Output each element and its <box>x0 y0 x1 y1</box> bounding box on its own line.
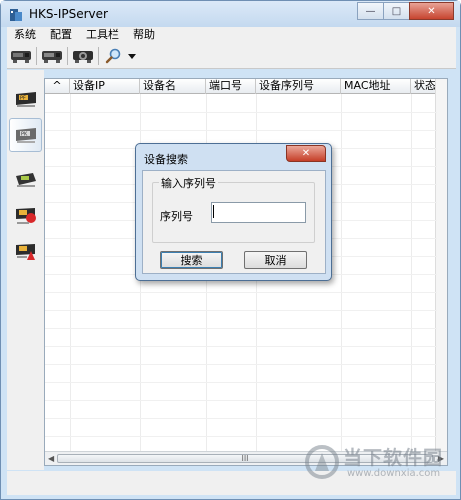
svg-text:PF: PF <box>20 96 26 102</box>
network-device-icon[interactable] <box>9 162 42 196</box>
toolbar-separator <box>67 47 68 65</box>
scroll-left-icon[interactable]: ◀ <box>48 454 54 463</box>
column-header[interactable]: 端口号 <box>206 79 256 94</box>
grid-line <box>45 292 437 293</box>
device-icon[interactable] <box>40 46 64 66</box>
column-header[interactable]: 设备名 <box>140 79 206 94</box>
column-header[interactable]: MAC地址 <box>341 79 411 94</box>
vertical-scrollbar[interactable] <box>435 79 447 451</box>
watermark: 当下软件园 www.downxia.com <box>301 441 451 485</box>
menu-config[interactable]: 配置 <box>43 27 79 43</box>
sort-indicator[interactable]: ^ <box>45 79 70 94</box>
menu-system[interactable]: 系统 <box>7 27 43 43</box>
toolbar-separator <box>98 47 99 65</box>
menu-bar: 系统 配置 工具栏 帮助 <box>7 27 456 43</box>
warning-device-icon[interactable] <box>9 234 42 268</box>
serial-input[interactable] <box>211 202 306 223</box>
group-label: 输入序列号 <box>159 175 218 191</box>
maximize-button[interactable]: □ <box>383 2 410 20</box>
menu-toolbar[interactable]: 工具栏 <box>79 27 126 43</box>
cancel-button[interactable]: 取消 <box>244 251 307 269</box>
list-header: ^ 设备IP 设备名 端口号 设备序列号 MAC地址 状态 <box>45 79 437 94</box>
column-header[interactable]: 设备IP <box>70 79 140 94</box>
toolbar-separator <box>36 47 37 65</box>
column-header[interactable]: 设备序列号 <box>256 79 341 94</box>
pk-device-icon[interactable]: PK <box>9 118 42 152</box>
device-icon[interactable] <box>9 46 33 66</box>
alert-device-icon[interactable] <box>9 198 42 232</box>
text-caret <box>213 205 214 218</box>
watermark-text: 当下软件园 <box>343 447 444 469</box>
serial-groupbox: 输入序列号 序列号 <box>152 175 315 243</box>
dialog-body: 输入序列号 序列号 搜索 取消 <box>142 170 326 274</box>
svg-text:PK: PK <box>21 132 28 138</box>
grid-line <box>45 130 437 131</box>
search-button[interactable]: 搜索 <box>160 251 223 269</box>
grid-line <box>45 436 437 437</box>
dialog-title: 设备搜索 <box>144 153 188 166</box>
title-bar[interactable]: HKS-IPServer — □ ✕ <box>1 1 460 27</box>
window-title: HKS-IPServer <box>29 7 108 21</box>
dialog-close-button[interactable]: ✕ <box>286 145 326 162</box>
device-config-icon[interactable] <box>71 46 95 66</box>
main-window: HKS-IPServer — □ ✕ 系统 配置 工具栏 帮助 PF PK ^ … <box>0 0 461 500</box>
grid-line <box>45 382 437 383</box>
app-icon <box>10 9 22 21</box>
grid-line <box>45 418 437 419</box>
watermark-url: www.downxia.com <box>347 468 441 479</box>
search-icon[interactable] <box>102 46 126 66</box>
window-controls: — □ ✕ <box>357 2 454 20</box>
grid-line <box>45 346 437 347</box>
grid-line <box>45 310 437 311</box>
device-search-dialog: 设备搜索 ✕ 输入序列号 序列号 搜索 取消 <box>135 143 332 281</box>
column-header[interactable]: 状态 <box>411 79 437 94</box>
minimize-button[interactable]: — <box>357 2 384 20</box>
device-type-panel: PF PK <box>7 70 44 470</box>
watermark-logo-icon <box>305 445 339 479</box>
menu-help[interactable]: 帮助 <box>126 27 162 43</box>
close-button[interactable]: ✕ <box>409 2 454 20</box>
dropdown-arrow-icon[interactable] <box>125 46 139 66</box>
grid-line <box>45 328 437 329</box>
grid-line <box>45 400 437 401</box>
serial-label: 序列号 <box>160 210 193 223</box>
pf-device-icon[interactable]: PF <box>9 82 42 116</box>
grid-line <box>45 112 437 113</box>
grid-line <box>45 364 437 365</box>
toolbar <box>7 43 456 69</box>
